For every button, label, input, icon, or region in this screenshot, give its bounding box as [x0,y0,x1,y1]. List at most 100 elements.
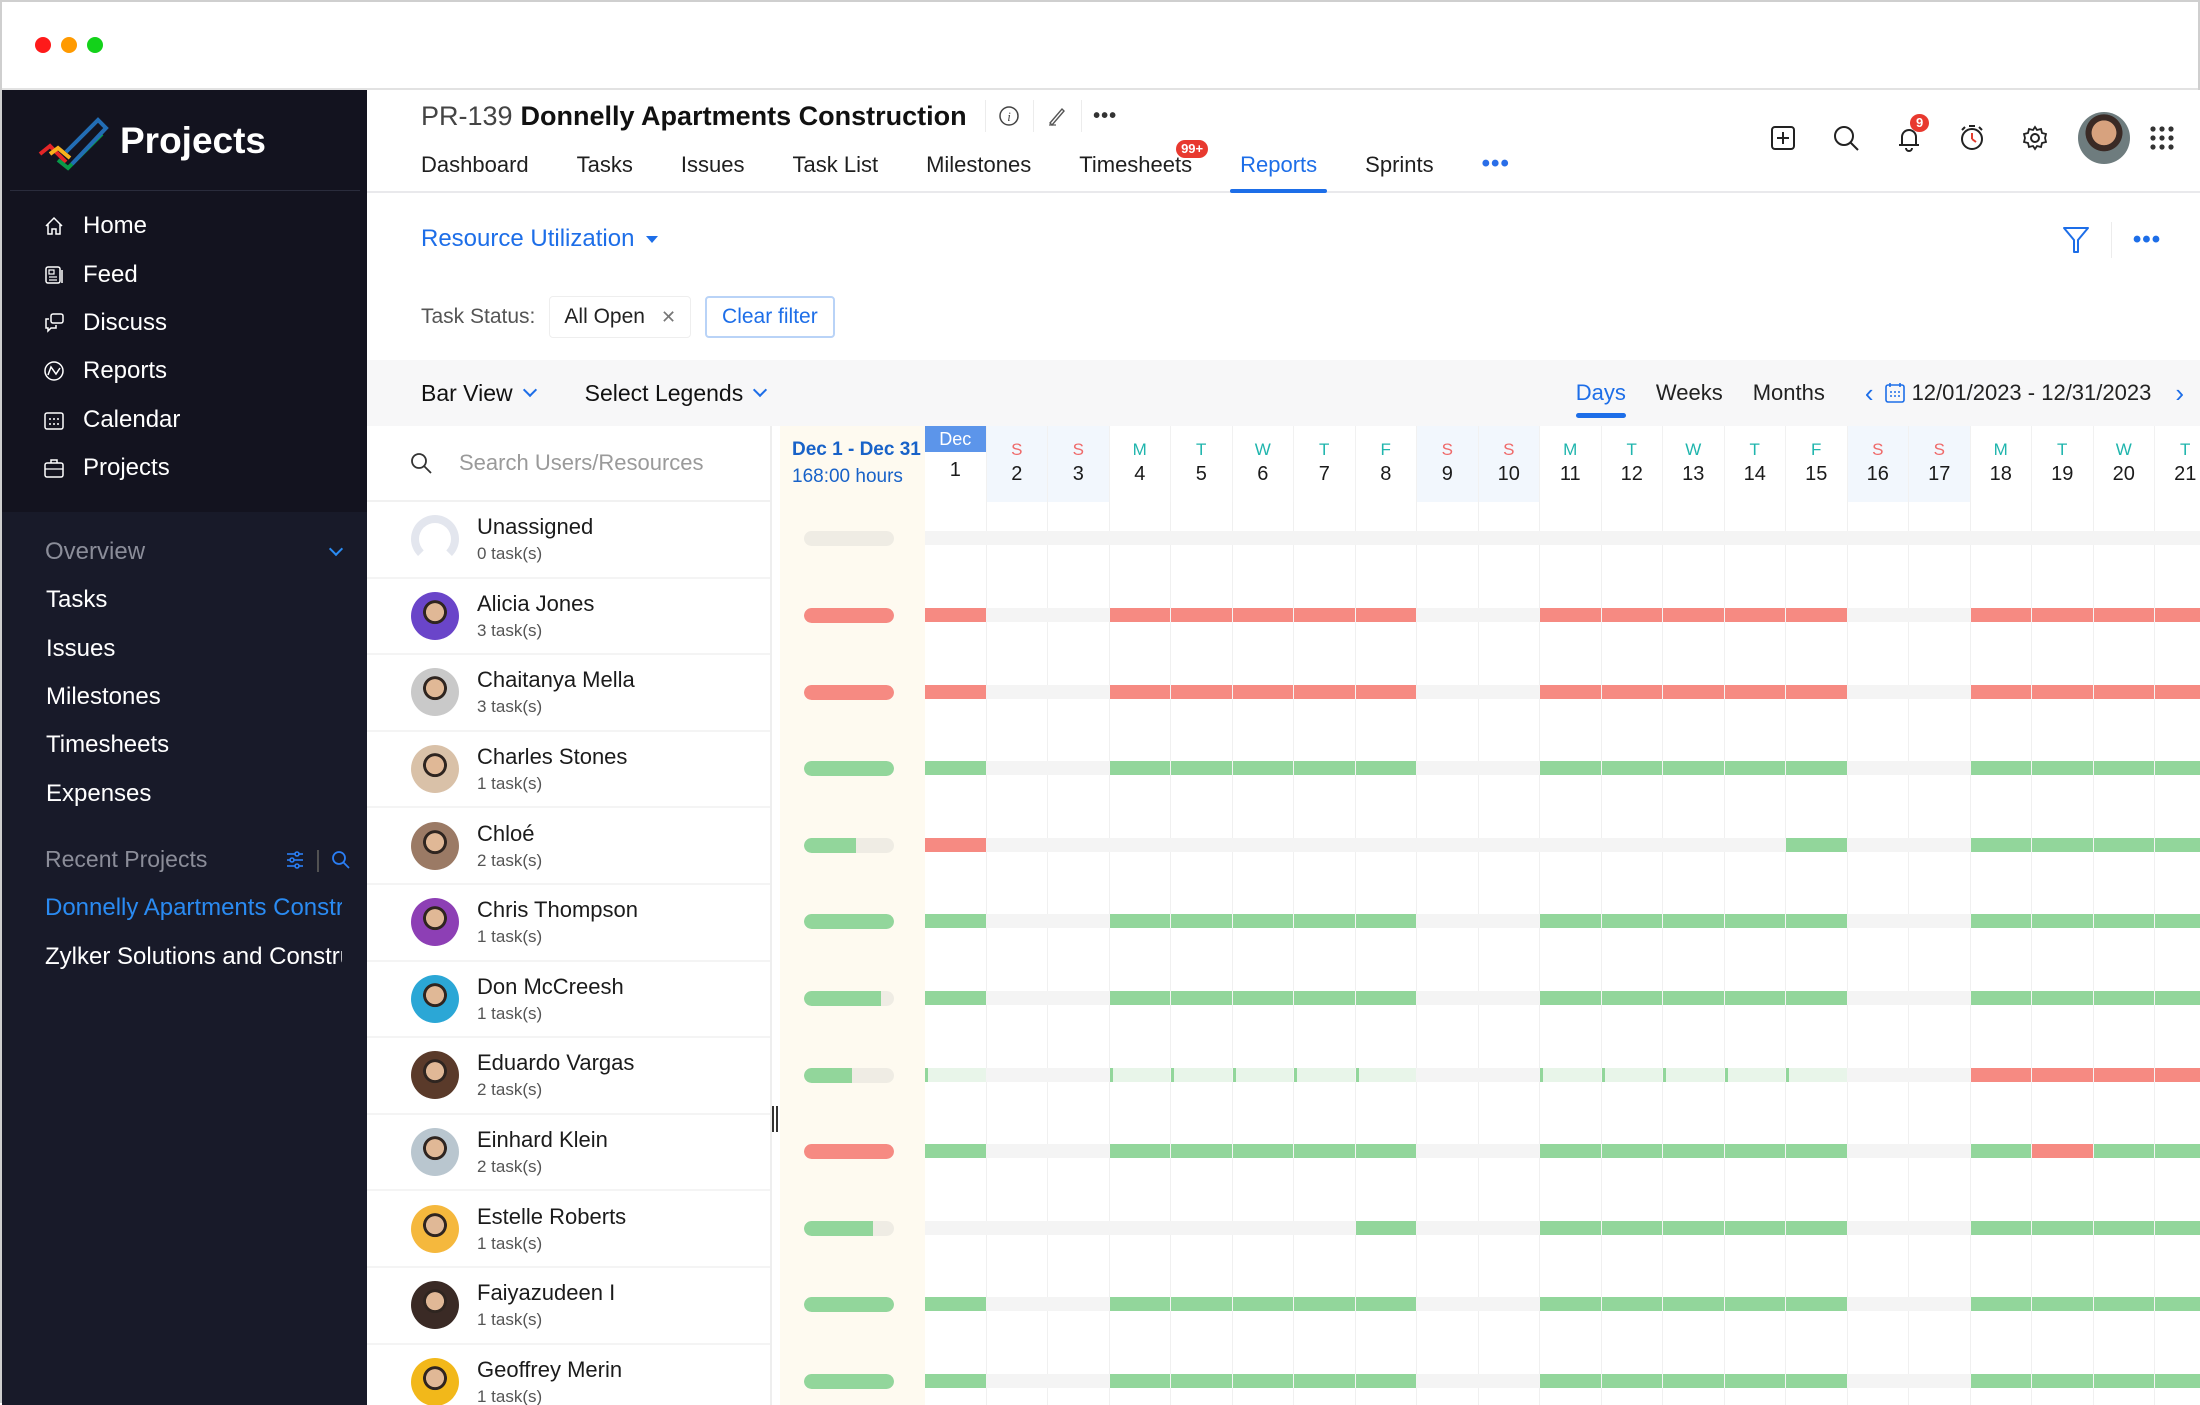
recent-project-item[interactable]: Donnelly Apartments Construction [2,884,342,932]
tabs-more-button[interactable]: ••• [1482,150,1510,192]
utilization-cell[interactable] [2155,990,2200,1005]
utilization-cell[interactable] [1232,1373,1293,1388]
utilization-cell[interactable] [1109,761,1170,776]
sidebar-item-calendar[interactable]: Calendar [2,396,367,444]
utilization-cell[interactable] [1601,684,1662,699]
utilization-cell[interactable] [2032,837,2093,852]
utilization-cell[interactable] [2032,1144,2093,1159]
utilization-cell[interactable] [1355,1373,1416,1388]
utilization-cell[interactable] [1601,1297,1662,1312]
tab-task-list[interactable]: Task List [792,152,878,192]
utilization-cell[interactable] [1601,990,1662,1005]
utilization-cell[interactable] [1970,761,2031,776]
period-tab-weeks[interactable]: Weeks [1656,380,1723,406]
utilization-cell[interactable] [1540,990,1601,1005]
utilization-cell[interactable] [1970,1297,2031,1312]
utilization-cell[interactable] [1171,1144,1232,1159]
utilization-cell[interactable] [1724,684,1785,699]
recent-project-item[interactable]: Zylker Solutions and Construction [2,932,342,980]
utilization-cell[interactable] [925,1297,986,1312]
utilization-cell[interactable] [1109,914,1170,929]
utilization-cell[interactable] [1171,1067,1232,1082]
utilization-cell[interactable] [1540,607,1601,622]
settings-gear-icon[interactable] [2003,112,2066,164]
bar-view-dropdown[interactable]: Bar View [421,380,537,407]
utilization-cell[interactable] [1355,1220,1416,1235]
utilization-cell[interactable] [1294,1144,1355,1159]
utilization-cell[interactable] [925,684,986,699]
utilization-cell[interactable] [1663,1373,1724,1388]
utilization-cell[interactable] [925,1067,986,1082]
utilization-cell[interactable] [1109,607,1170,622]
utilization-cell[interactable] [2155,684,2200,699]
user-avatar[interactable] [2078,112,2130,164]
utilization-cell[interactable] [1601,1373,1662,1388]
utilization-cell[interactable] [1540,761,1601,776]
utilization-cell[interactable] [1970,914,2031,929]
utilization-cell[interactable] [1601,914,1662,929]
utilization-cell[interactable] [2093,914,2154,929]
utilization-cell[interactable] [1171,914,1232,929]
utilization-cell[interactable] [1355,990,1416,1005]
sidebar-item-reports[interactable]: Reports [2,347,367,395]
utilization-cell[interactable] [2155,607,2200,622]
utilization-cell[interactable] [1109,1144,1170,1159]
minimize-window-button[interactable] [61,37,77,53]
resource-row[interactable]: Estelle Roberts 1 task(s) [367,1191,770,1268]
utilization-cell[interactable] [2032,1373,2093,1388]
sidebar-item-home[interactable]: Home [2,202,367,250]
utilization-cell[interactable] [2093,1373,2154,1388]
utilization-cell[interactable] [1663,1220,1724,1235]
utilization-cell[interactable] [1355,607,1416,622]
utilization-cell[interactable] [1724,1373,1785,1388]
utilization-cell[interactable] [1294,914,1355,929]
utilization-cell[interactable] [1232,684,1293,699]
search-users-input[interactable] [459,450,759,476]
utilization-cell[interactable] [1171,761,1232,776]
overview-item-timesheets[interactable]: Timesheets [2,721,367,769]
utilization-cell[interactable] [1294,684,1355,699]
utilization-cell[interactable] [1232,607,1293,622]
utilization-cell[interactable] [1109,1067,1170,1082]
filter-button[interactable] [2041,210,2111,270]
utilization-cell[interactable] [1109,990,1170,1005]
utilization-cell[interactable] [1601,761,1662,776]
utilization-cell[interactable] [1355,761,1416,776]
app-grid-icon[interactable] [2142,112,2182,164]
utilization-cell[interactable] [1724,1220,1785,1235]
utilization-cell[interactable] [1601,1144,1662,1159]
close-window-button[interactable] [35,37,51,53]
utilization-cell[interactable] [1232,914,1293,929]
utilization-cell[interactable] [2032,607,2093,622]
utilization-cell[interactable] [2093,761,2154,776]
utilization-cell[interactable] [2032,1220,2093,1235]
utilization-cell[interactable] [1355,684,1416,699]
utilization-cell[interactable] [1294,1297,1355,1312]
utilization-cell[interactable] [2155,1067,2200,1082]
utilization-cell[interactable] [1171,1297,1232,1312]
utilization-cell[interactable] [925,914,986,929]
resource-row[interactable]: Geoffrey Merin 1 task(s) [367,1345,770,1405]
utilization-cell[interactable] [1294,990,1355,1005]
resource-row[interactable]: Faiyazudeen I 1 task(s) [367,1268,770,1345]
utilization-cell[interactable] [1786,1067,1847,1082]
utilization-cell[interactable] [1540,914,1601,929]
utilization-cell[interactable] [2032,1067,2093,1082]
edit-pen-icon[interactable] [1032,100,1081,132]
sliders-icon[interactable] [285,850,305,870]
utilization-cell[interactable] [1540,1297,1601,1312]
utilization-cell[interactable] [1171,1373,1232,1388]
sidebar-item-discuss[interactable]: Discuss [2,299,367,347]
utilization-cell[interactable] [2032,990,2093,1005]
utilization-cell[interactable] [1724,914,1785,929]
utilization-cell[interactable] [1663,914,1724,929]
utilization-cell[interactable] [1540,684,1601,699]
utilization-cell[interactable] [1540,1220,1601,1235]
clear-filter-button[interactable]: Clear filter [705,296,835,338]
select-legends-dropdown[interactable]: Select Legends [585,380,768,407]
utilization-cell[interactable] [1601,1220,1662,1235]
utilization-cell[interactable] [925,990,986,1005]
maximize-window-button[interactable] [87,37,103,53]
period-tab-months[interactable]: Months [1753,380,1825,406]
utilization-cell[interactable] [1786,1144,1847,1159]
